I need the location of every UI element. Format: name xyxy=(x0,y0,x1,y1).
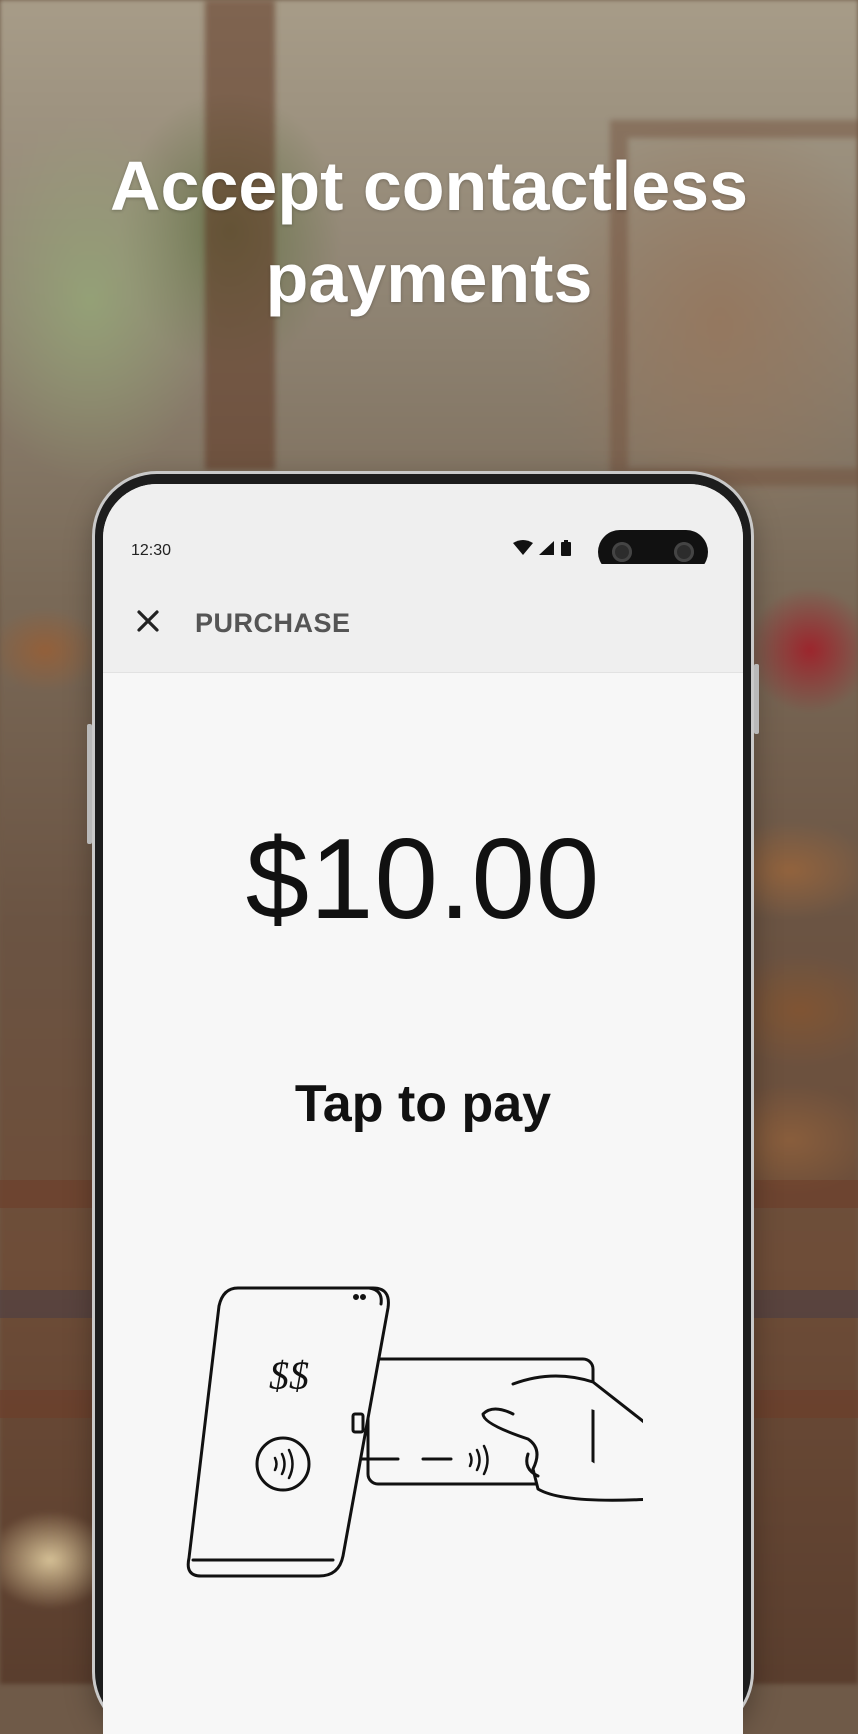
close-button[interactable] xyxy=(131,604,165,638)
phone-mockup: 12:30 PURCHASE $10.00 Tap to pay $$ xyxy=(87,474,759,1734)
camera-lens xyxy=(612,542,632,562)
headline-line-1: Accept contactless xyxy=(109,147,749,225)
illustration-money-symbol: $$ xyxy=(269,1353,309,1398)
battery-icon xyxy=(561,540,571,560)
camera-lens xyxy=(674,542,694,562)
status-time: 12:30 xyxy=(131,542,172,559)
phone-side-button xyxy=(87,724,92,844)
signal-icon xyxy=(539,540,555,560)
wifi-icon xyxy=(513,540,533,560)
close-icon xyxy=(137,610,159,632)
headline-line-2: payments xyxy=(265,239,593,317)
phone-side-button xyxy=(754,664,759,734)
tap-to-pay-illustration: $$ xyxy=(186,1286,643,1578)
status-bar: 12:30 xyxy=(103,484,743,574)
payment-amount: $10.00 xyxy=(245,816,601,943)
promo-headline: Accept contactless payments xyxy=(0,140,858,324)
phone-screen: 12:30 PURCHASE $10.00 Tap to pay $$ xyxy=(103,484,743,1734)
tap-to-pay-label: Tap to pay xyxy=(294,1075,552,1133)
purchase-top-bar: PURCHASE xyxy=(103,564,743,673)
status-icons xyxy=(513,540,571,560)
page-title: PURCHASE xyxy=(195,608,351,638)
